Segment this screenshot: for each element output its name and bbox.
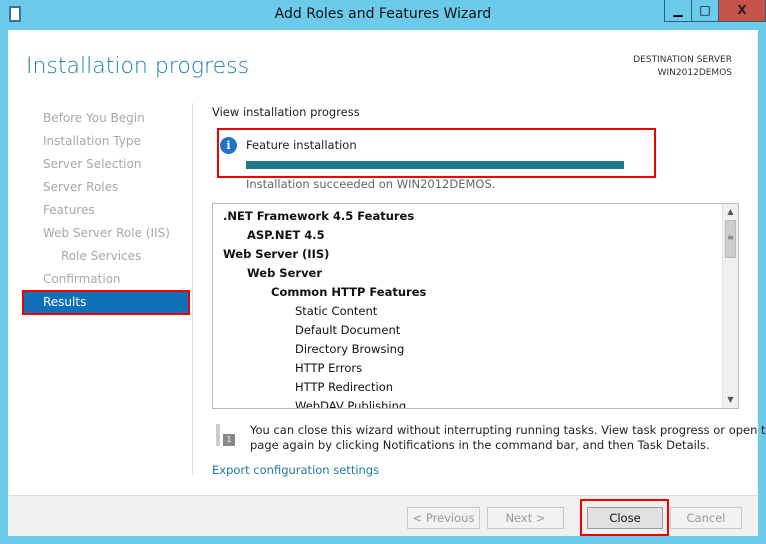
cancel-button[interactable]: Cancel	[670, 507, 742, 529]
scroll-up-icon[interactable]: ▲	[723, 204, 738, 220]
nav-item-installation-type: Installation Type	[43, 134, 141, 148]
list-item: Common HTTP Features	[271, 285, 427, 299]
list-item: Web Server	[247, 266, 323, 280]
nav-item-web-server-role: Web Server Role (IIS)	[43, 226, 170, 240]
destination-server: WIN2012DEMOS	[657, 68, 732, 78]
list-item: Default Document	[295, 323, 401, 337]
nav-item-role-services: Role Services	[61, 249, 142, 263]
close-window-button[interactable]: X	[718, 0, 766, 22]
list-item: WebDAV Publishing	[295, 399, 407, 409]
minimize-button[interactable]: ▁	[664, 0, 692, 22]
note-line-1: You can close this wizard without interr…	[250, 423, 766, 437]
export-configuration-link[interactable]: Export configuration settings	[212, 463, 379, 477]
scroll-down-icon[interactable]: ▼	[723, 392, 738, 408]
list-item: Static Content	[295, 304, 378, 318]
destination-label: DESTINATION SERVER	[633, 55, 732, 65]
progress-fill	[246, 161, 624, 169]
list-item: .NET Framework 4.5 Features	[223, 209, 415, 223]
list-item: HTTP Errors	[295, 361, 363, 375]
close-button[interactable]: Close	[587, 507, 663, 529]
list-item: HTTP Redirection	[295, 380, 394, 394]
info-icon: i	[220, 137, 237, 154]
section-label: View installation progress	[212, 105, 360, 119]
list-item: Web Server (IIS)	[223, 247, 330, 261]
previous-button[interactable]: < Previous	[407, 507, 480, 529]
nav-item-results[interactable]: Results	[22, 290, 190, 315]
installed-features-list[interactable]: .NET Framework 4.5 Features ASP.NET 4.5 We…	[212, 203, 739, 409]
notification-flag-icon	[216, 424, 220, 446]
progress-bar	[246, 161, 624, 169]
divider	[192, 103, 193, 475]
list-item: ASP.NET 4.5	[247, 228, 325, 242]
status-text: Installation succeeded on WIN2012DEMOS.	[246, 177, 496, 191]
maximize-button[interactable]: □	[691, 0, 719, 22]
notification-badge: 1	[223, 434, 235, 446]
window-title: Add Roles and Features Wizard	[274, 6, 492, 22]
title-bar: Add Roles and Features Wizard ▁ □ X	[0, 0, 766, 30]
nav-item-confirmation: Confirmation	[43, 272, 121, 286]
nav-item-features: Features	[43, 203, 95, 217]
highlight-box	[217, 128, 656, 178]
scroll-thumb[interactable]: ≡	[725, 220, 736, 258]
note-line-2: page again by clicking Notifications in …	[250, 438, 710, 452]
page-title: Installation progress	[26, 54, 250, 79]
next-button[interactable]: Next >	[487, 507, 564, 529]
nav-item-server-roles: Server Roles	[43, 180, 119, 194]
list-item: Directory Browsing	[295, 342, 405, 356]
nav-item-before-you-begin: Before You Begin	[43, 111, 145, 125]
progress-title: Feature installation	[246, 138, 357, 152]
nav-item-server-selection: Server Selection	[43, 157, 142, 171]
scrollbar[interactable]: ▲ ≡ ▼	[722, 204, 738, 408]
